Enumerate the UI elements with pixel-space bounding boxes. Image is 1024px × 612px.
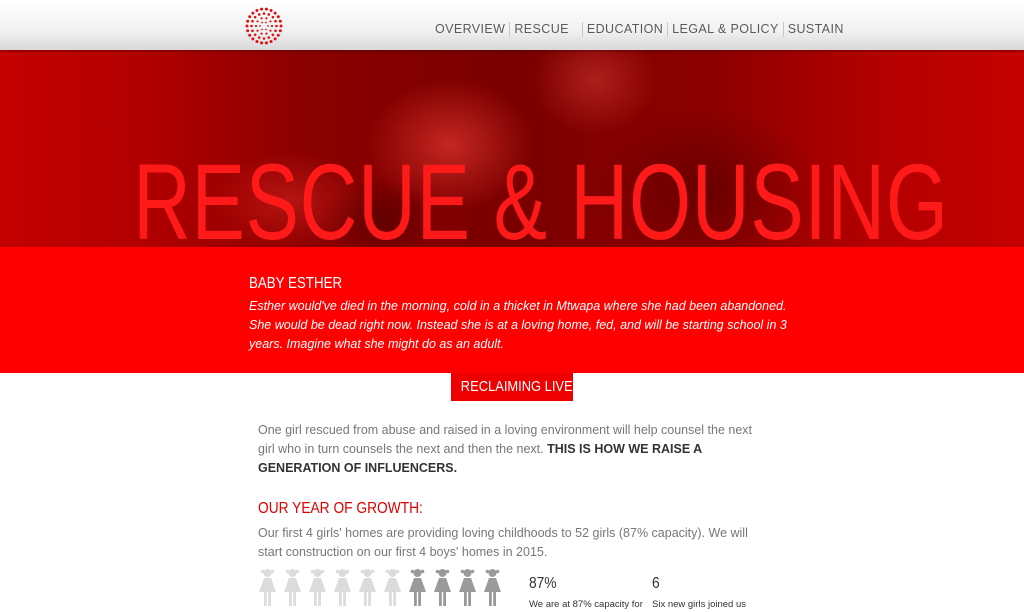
nav-item-legal-policy[interactable]: LEGAL & POLICY [668,22,783,36]
stat-caption: We are at 87% capacity for [529,599,643,610]
stat-value: 6 [652,575,660,592]
girl-figure-icon [459,569,476,606]
girl-figure-icon [409,569,426,606]
growth-text: Our first 4 girls' homes are providing l… [258,526,748,559]
girls-figure-row [258,568,508,608]
girl-figure-icon [434,569,451,606]
hero-title: RESCUE & HOUSING [133,141,949,248]
girl-figure-icon [384,569,401,606]
growth-heading: OUR YEAR OF GROWTH: [258,500,423,517]
stat-new-girls: 6 Six new girls joined us [652,575,746,610]
girl-figure-icon [284,569,301,606]
girl-figure-icon [309,569,326,606]
girl-figure-icon [259,569,276,606]
hero-banner: RESCUE & HOUSING [0,50,1024,247]
nav-menu: OVERVIEW RESCUE EDUCATION LEGAL & POLICY… [431,21,848,37]
top-navbar: OVERVIEW RESCUE EDUCATION LEGAL & POLICY… [0,0,1024,50]
nav-item-sustain[interactable]: SUSTAIN [784,22,848,36]
stat-capacity: 87% We are at 87% capacity for [529,575,643,610]
girl-figure-icon [334,569,351,606]
girl-figure-icon [359,569,376,606]
nav-item-overview[interactable]: OVERVIEW [431,22,509,36]
story-name: BABY ESTHER [249,275,343,292]
nav-item-rescue[interactable]: RESCUE [510,22,573,36]
stat-caption: Six new girls joined us [652,599,746,610]
intro-paragraph: One girl rescued from abuse and raised i… [258,421,768,478]
nav-item-education[interactable]: EDUCATION [583,22,667,36]
stat-value: 87% [529,575,557,592]
section-label-text: RECLAIMING LIVES [460,378,582,395]
section-label: RECLAIMING LIVES [451,373,581,401]
story-band: BABY ESTHER Esther would've died in the … [0,247,1024,373]
girl-figure-icon [484,569,501,606]
story-text: Esther would've died in the morning, col… [249,299,787,351]
logo-icon[interactable] [245,7,283,45]
